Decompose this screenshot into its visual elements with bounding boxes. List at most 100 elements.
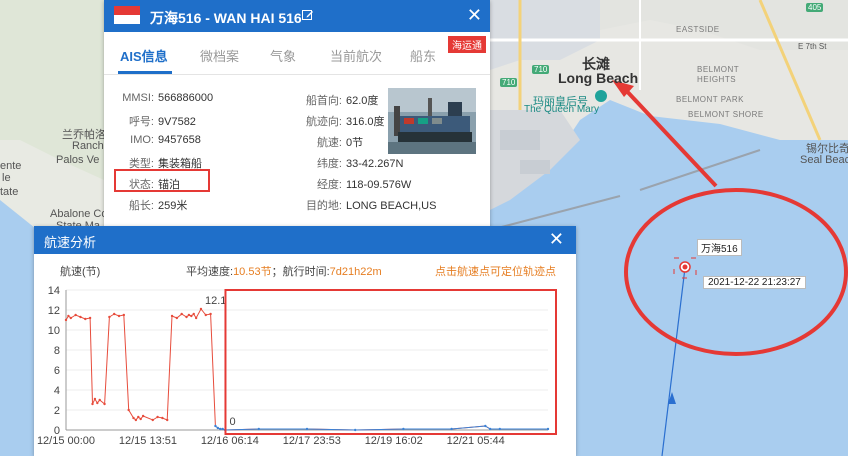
speed-point[interactable] xyxy=(139,417,142,421)
ais-field-key: 经度: xyxy=(316,179,342,191)
speed-point[interactable] xyxy=(117,314,121,318)
map-place-label: BELMONT SHORE xyxy=(688,110,764,119)
speed-point[interactable] xyxy=(67,314,70,318)
edit-icon[interactable] xyxy=(302,9,314,21)
y-tick-label: 6 xyxy=(54,365,60,377)
speed-point[interactable] xyxy=(450,427,453,431)
speed-point[interactable] xyxy=(88,316,92,320)
x-tick-label: 12/15 00:00 xyxy=(37,435,95,447)
speed-point[interactable] xyxy=(134,418,138,422)
speed-point[interactable] xyxy=(204,313,207,317)
ais-field-row: 船长: 259米 xyxy=(106,197,187,213)
speed-point[interactable] xyxy=(185,315,188,319)
y-tick-label: 14 xyxy=(48,285,60,297)
tab-micro-profile[interactable]: 微档案 xyxy=(200,46,239,65)
active-tab-indicator xyxy=(118,71,172,74)
speed-point[interactable] xyxy=(546,427,550,431)
speed-point[interactable] xyxy=(209,312,212,316)
ais-field-row: 目的地: LONG BEACH,US xyxy=(294,197,437,213)
ais-field-value: LONG BEACH,US xyxy=(346,200,437,212)
speed-series-line-anchored[interactable] xyxy=(215,425,548,431)
speed-point[interactable] xyxy=(214,424,217,428)
speed-point[interactable] xyxy=(108,315,111,319)
y-tick-label: 8 xyxy=(54,345,60,357)
ais-field-value: 118-09.576W xyxy=(346,179,412,191)
speed-point[interactable] xyxy=(84,317,87,321)
speed-point[interactable] xyxy=(180,312,183,316)
speed-point[interactable] xyxy=(79,315,82,319)
speed-point[interactable] xyxy=(354,428,357,432)
speed-point[interactable] xyxy=(127,408,130,412)
map-place-label: Seal Beach xyxy=(800,154,848,166)
ais-field-row: 状态: 锚泊 xyxy=(106,176,180,192)
speed-point[interactable] xyxy=(113,312,116,316)
speed-point[interactable] xyxy=(199,307,203,311)
road-shield-icon: 710 xyxy=(500,78,518,87)
speed-point[interactable] xyxy=(216,426,220,430)
ais-field-value: 33-42.267N xyxy=(346,158,404,170)
speed-point[interactable] xyxy=(488,427,492,431)
speed-point[interactable] xyxy=(190,314,193,318)
speed-point[interactable] xyxy=(221,427,224,431)
speed-point[interactable] xyxy=(64,318,68,322)
speed-point[interactable] xyxy=(192,312,195,316)
speed-point[interactable] xyxy=(96,401,99,405)
data-label: 12.1 xyxy=(205,295,226,307)
speed-point[interactable] xyxy=(161,416,164,420)
speed-chart[interactable]: 0 2 4 6 8 10 12 14 12/15 00:00 12/15 13:51 12/16 0… xyxy=(34,276,576,456)
tab-weather[interactable]: 气象 xyxy=(270,46,296,65)
ais-title: 万海516 - WAN HAI 516 xyxy=(150,10,302,26)
speed-point[interactable] xyxy=(103,402,106,406)
haiyuntong-badge[interactable]: 海运通 xyxy=(448,36,486,53)
map-place-label: E 7th St xyxy=(798,42,827,51)
speed-point[interactable] xyxy=(69,316,73,320)
ais-field-key: 船首向: xyxy=(305,95,342,107)
speed-point[interactable] xyxy=(132,416,135,420)
speed-point[interactable] xyxy=(137,415,140,419)
y-tick-label: 10 xyxy=(48,325,60,337)
speed-point[interactable] xyxy=(257,427,260,431)
map-place-label: Ranch xyxy=(72,140,104,152)
speed-point[interactable] xyxy=(98,398,101,402)
ais-field-key: 航速: xyxy=(316,137,342,149)
tab-current-voyage[interactable]: 当前航次 xyxy=(330,46,382,65)
speed-point[interactable] xyxy=(91,402,94,406)
speed-point[interactable] xyxy=(402,427,405,431)
speed-header: 航速分析 ✕ xyxy=(34,226,576,254)
tab-ais-info[interactable]: AIS信息 xyxy=(120,46,168,65)
speed-point[interactable] xyxy=(484,424,487,428)
ais-field-row: 经度: 118-09.576W xyxy=(294,176,411,192)
tab-owner[interactable]: 船东 xyxy=(410,46,436,65)
ais-field-key: 呼号: xyxy=(128,116,154,128)
ais-field-value: 316.0度 xyxy=(346,116,385,128)
speed-point[interactable] xyxy=(170,314,174,318)
speed-close-icon[interactable]: ✕ xyxy=(549,229,564,250)
ship-photo[interactable] xyxy=(388,88,476,154)
ais-field-row: 呼号: 9V7582 xyxy=(106,113,196,129)
speed-point[interactable] xyxy=(122,313,126,317)
speed-point[interactable] xyxy=(93,397,97,401)
speed-point[interactable] xyxy=(187,313,191,317)
ais-field-row: 类型: 集装箱船 xyxy=(106,155,202,171)
speed-point[interactable] xyxy=(305,427,309,431)
speed-point[interactable] xyxy=(194,316,198,320)
speed-point[interactable] xyxy=(141,414,145,418)
map-place-label: BELMONT PARK xyxy=(676,95,744,104)
speed-point[interactable] xyxy=(498,427,501,431)
ais-field-key: 状态: xyxy=(128,179,154,191)
ais-field-value: 锚泊 xyxy=(158,179,180,191)
speed-point[interactable] xyxy=(175,316,179,320)
vessel-label[interactable]: 万海516 xyxy=(697,239,742,256)
map-place-label: Abalone Co xyxy=(50,208,108,220)
speed-point[interactable] xyxy=(151,418,154,422)
speed-point[interactable] xyxy=(156,415,159,419)
x-tick-label: 12/17 23:53 xyxy=(283,435,341,447)
anchored-period-highlight-box xyxy=(224,289,557,435)
queen-mary-poi-icon[interactable] xyxy=(595,90,607,102)
speed-point[interactable] xyxy=(166,418,169,422)
ais-field-row: 纬度: 33-42.267N xyxy=(294,155,404,171)
speed-point[interactable] xyxy=(219,427,222,431)
ais-close-icon[interactable]: ✕ xyxy=(467,5,482,26)
map-place-label: BELMONT xyxy=(697,65,740,74)
speed-point[interactable] xyxy=(74,313,77,317)
